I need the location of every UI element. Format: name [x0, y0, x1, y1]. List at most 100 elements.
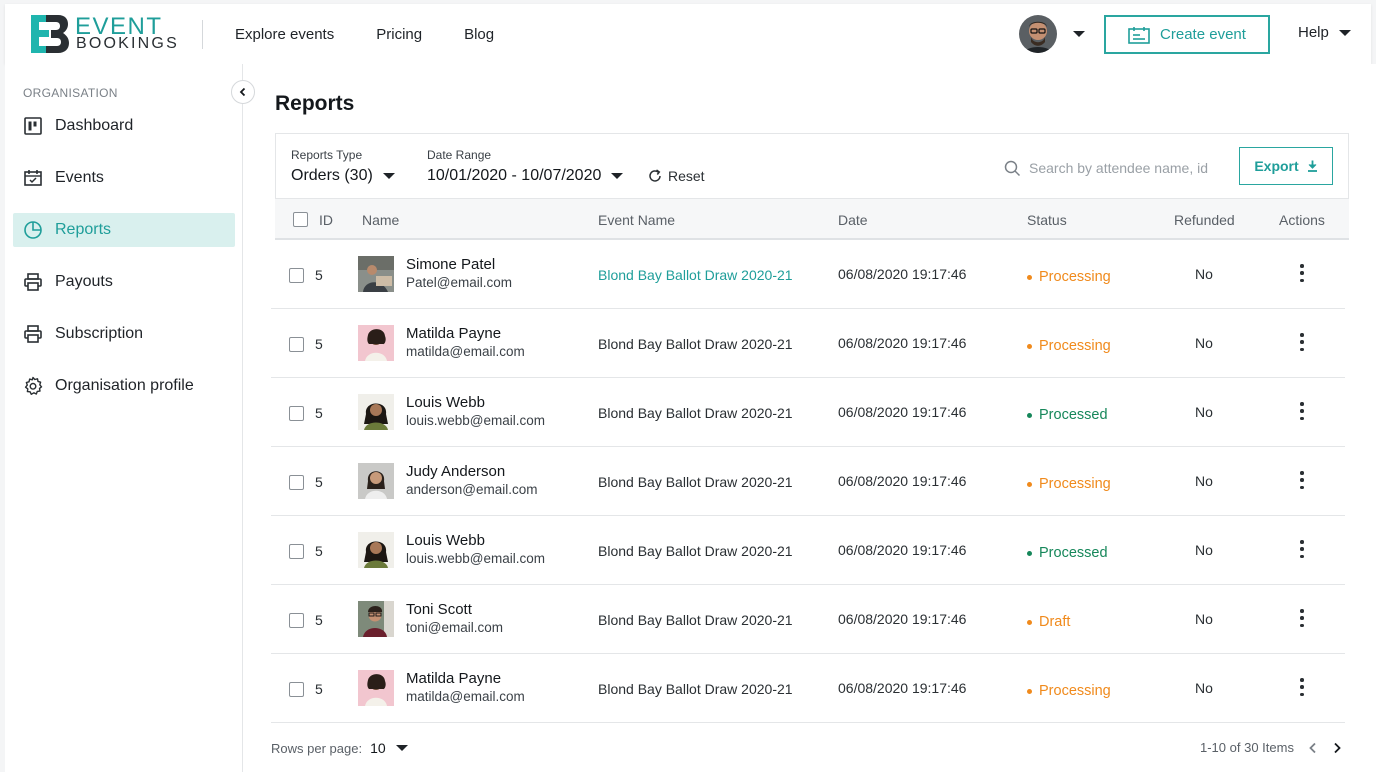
row-checkbox[interactable] — [289, 682, 304, 697]
create-event-button[interactable]: Create event — [1104, 15, 1270, 54]
create-event-label: Create event — [1160, 26, 1246, 43]
more-actions-icon[interactable] — [1299, 471, 1305, 489]
sidebar-item-label: Dashboard — [55, 117, 134, 134]
date-range-value: 10/01/2020 - 10/07/2020 — [427, 167, 602, 184]
event-bookings-logo[interactable]: EVENT BOOKINGS — [29, 13, 177, 55]
status-text: Draft — [1039, 614, 1071, 630]
reports-type-select[interactable]: Orders (30) — [291, 167, 395, 185]
chevron-right-icon[interactable] — [1332, 742, 1342, 754]
dashboard-icon — [24, 117, 42, 135]
search-input[interactable] — [1029, 160, 1209, 176]
table-row[interactable]: 5 Matilda Payne matilda@email.com Blond Bay… — [271, 654, 1345, 723]
row-checkbox[interactable] — [289, 337, 304, 352]
more-actions-icon[interactable] — [1299, 540, 1305, 558]
attendee-avatar — [358, 532, 394, 568]
sidebar-item-label: Reports — [55, 221, 112, 238]
row-checkbox[interactable] — [289, 475, 304, 490]
header-divider — [202, 20, 203, 49]
help-menu[interactable]: Help — [1298, 24, 1351, 41]
sidebar-item-events[interactable]: Events — [13, 161, 235, 195]
row-checkbox[interactable] — [289, 544, 304, 559]
help-label: Help — [1298, 24, 1329, 41]
event-name: Blond Bay Ballot Draw 2020-21 — [598, 336, 793, 352]
user-avatar — [1019, 15, 1057, 53]
table-row[interactable]: 5 Louis Webb louis.webb@email.com Blond Bay… — [271, 378, 1345, 447]
ticket-icon — [1128, 26, 1150, 44]
chevron-down-icon — [1073, 31, 1085, 37]
row-id: 5 — [315, 336, 323, 352]
attendee-avatar — [358, 463, 394, 499]
column-name[interactable]: Name — [362, 212, 399, 228]
row-id: 5 — [315, 474, 323, 490]
row-id: 5 — [315, 405, 323, 421]
column-id[interactable]: ID — [319, 212, 333, 228]
row-checkbox[interactable] — [289, 406, 304, 421]
table-row[interactable]: 5 Matilda Payne matilda@email.com Blond Bay… — [271, 309, 1345, 378]
chevron-down-icon — [395, 745, 408, 751]
chevron-down-icon — [611, 173, 624, 179]
table-row[interactable]: 5 Toni Scott toni@email.com Blond Bay Ballo… — [271, 585, 1345, 654]
nav-pricing[interactable]: Pricing — [376, 26, 422, 43]
reset-button[interactable]: Reset — [648, 168, 705, 184]
rows-per-page-label: Rows per page: — [271, 740, 363, 756]
sidebar-item-reports[interactable]: Reports — [13, 213, 235, 247]
more-actions-icon[interactable] — [1299, 609, 1305, 627]
sidebar-section-title: ORGANISATION — [23, 86, 118, 100]
order-date: 06/08/2020 19:17:46 — [838, 680, 967, 696]
printer-icon — [24, 273, 42, 291]
attendee-avatar — [358, 601, 394, 637]
main-content: Reports Reports Type Orders (30) Date Ra… — [243, 64, 1376, 772]
table-row[interactable]: 5 Simone Patel Patel@email.com Blond Bay Ba… — [271, 240, 1345, 309]
refunded-value: No — [1195, 473, 1213, 489]
download-icon — [1307, 160, 1317, 172]
reports-type-label: Reports Type — [291, 148, 363, 162]
sidebar-item-dashboard[interactable]: Dashboard — [13, 109, 235, 143]
pagination-range: 1-10 of 30 Items — [1200, 740, 1294, 755]
main-nav: Explore events Pricing Blog — [235, 4, 494, 64]
status-dot-icon — [1027, 619, 1032, 625]
refunded-value: No — [1195, 404, 1213, 420]
export-button[interactable]: Export — [1239, 147, 1333, 185]
more-actions-icon[interactable] — [1299, 402, 1305, 420]
more-actions-icon[interactable] — [1299, 264, 1305, 282]
export-label: Export — [1254, 158, 1299, 174]
refunded-value: No — [1195, 335, 1213, 351]
more-actions-icon[interactable] — [1299, 678, 1305, 696]
table-row[interactable]: 5 Louis Webb louis.webb@email.com Blond Bay… — [271, 516, 1345, 585]
sidebar-item-organisation-profile[interactable]: Organisation profile — [13, 369, 235, 403]
sidebar-item-label: Subscription — [55, 325, 144, 342]
chevron-left-icon[interactable] — [1308, 742, 1318, 754]
nav-blog[interactable]: Blog — [464, 26, 494, 43]
user-menu[interactable] — [1019, 15, 1085, 53]
attendee-name: Judy Anderson — [406, 463, 506, 480]
page-title: Reports — [275, 92, 355, 115]
column-event-name[interactable]: Event Name — [598, 212, 675, 228]
attendee-avatar — [358, 670, 394, 706]
select-all-checkbox[interactable] — [293, 212, 308, 227]
status-badge: Processing — [1027, 269, 1111, 285]
rows-per-page-select[interactable]: 10 — [370, 740, 408, 756]
more-actions-icon[interactable] — [1299, 333, 1305, 351]
column-refunded[interactable]: Refunded — [1174, 212, 1235, 228]
attendee-name: Matilda Payne — [406, 670, 502, 687]
row-id: 5 — [315, 543, 323, 559]
date-range-select[interactable]: 10/01/2020 - 10/07/2020 — [427, 167, 624, 185]
sidebar-item-payouts[interactable]: Payouts — [13, 265, 235, 299]
column-status[interactable]: Status — [1027, 212, 1067, 228]
search-box — [1004, 158, 1214, 178]
status-text: Processing — [1039, 338, 1111, 354]
event-name[interactable]: Blond Bay Ballot Draw 2020-21 — [598, 267, 793, 283]
attendee-email: louis.webb@email.com — [406, 413, 546, 428]
order-date: 06/08/2020 19:17:46 — [838, 473, 967, 489]
status-badge: Processing — [1027, 338, 1111, 354]
event-name: Blond Bay Ballot Draw 2020-21 — [598, 612, 793, 628]
nav-explore-events[interactable]: Explore events — [235, 26, 334, 43]
row-checkbox[interactable] — [289, 613, 304, 628]
attendee-avatar — [358, 325, 394, 361]
column-actions: Actions — [1279, 212, 1325, 228]
column-date[interactable]: Date — [838, 212, 868, 228]
sidebar-item-subscription[interactable]: Subscription — [13, 317, 235, 351]
table-row[interactable]: 5 Judy Anderson anderson@email.com Blond Ba… — [271, 447, 1345, 516]
collapse-sidebar-button[interactable] — [231, 80, 255, 104]
row-checkbox[interactable] — [289, 268, 304, 283]
